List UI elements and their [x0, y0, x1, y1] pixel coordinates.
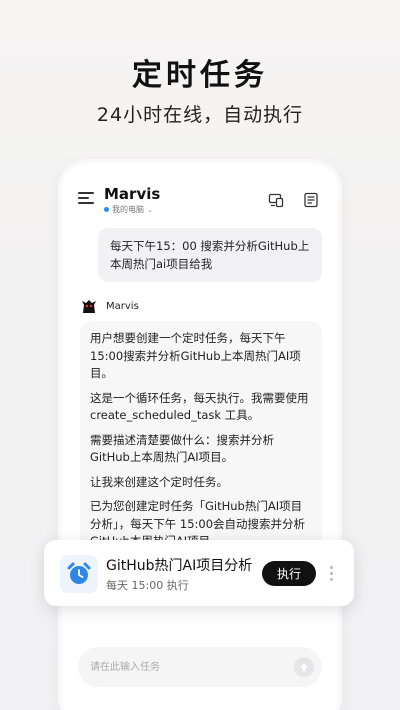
online-status-icon [104, 207, 109, 212]
run-task-button[interactable]: 执行 [262, 561, 316, 586]
bot-name: Marvis [106, 300, 139, 312]
notes-icon[interactable] [303, 192, 319, 208]
task-input[interactable] [90, 657, 270, 677]
bot-message-bubble: 用户想要创建一个定时任务，每天下午15:00搜索并分析GitHub上本周热门AI… [80, 321, 322, 572]
top-bar: Marvis 我的电脑 ⌄ [62, 163, 338, 221]
chevron-down-icon: ⌄ [147, 205, 153, 214]
bot-paragraph: 让我来创建这个定时任务。 [90, 474, 228, 489]
phone-frame: Marvis 我的电脑 ⌄ 每天下午15：00 搜索并分析GitHub上本周热门… [62, 163, 338, 710]
alarm-clock-icon [67, 562, 91, 584]
task-title: GitHub热门AI项目分析 [106, 558, 253, 574]
scheduled-task-card[interactable]: GitHub热门AI项目分析 每天 15:00 执行 执行 [44, 540, 354, 606]
send-arrow-icon [300, 663, 308, 671]
device-label: 我的电脑 [112, 205, 144, 214]
task-schedule: 每天 15:00 执行 [106, 579, 189, 592]
hero-title: 定时任务 [132, 58, 268, 93]
marvis-avatar-icon [82, 300, 96, 313]
send-button[interactable] [294, 657, 314, 677]
bot-paragraph: 这是一个循环任务，每天执行。我需要使用create_scheduled_task… [90, 390, 309, 423]
task-icon-container [60, 555, 98, 593]
menu-icon[interactable] [78, 192, 94, 204]
device-switch-icon[interactable] [268, 192, 284, 208]
hero-subtitle: 24小时在线，自动执行 [96, 104, 304, 126]
bot-paragraph: 需要描述清楚要做什么：搜索并分析GitHub上本周热门AI项目。 [90, 432, 274, 465]
bot-header: Marvis [80, 297, 139, 315]
task-input-bar [78, 647, 322, 687]
app-title: Marvis [104, 185, 161, 203]
bot-paragraph: 用户想要创建一个定时任务，每天下午15:00搜索并分析GitHub上本周热门AI… [90, 331, 301, 380]
user-message-bubble: 每天下午15：00 搜索并分析GitHub上本周热门ai项目给我 [98, 228, 322, 282]
more-options-icon[interactable] [330, 566, 334, 582]
device-selector[interactable]: 我的电脑 ⌄ [104, 204, 153, 215]
